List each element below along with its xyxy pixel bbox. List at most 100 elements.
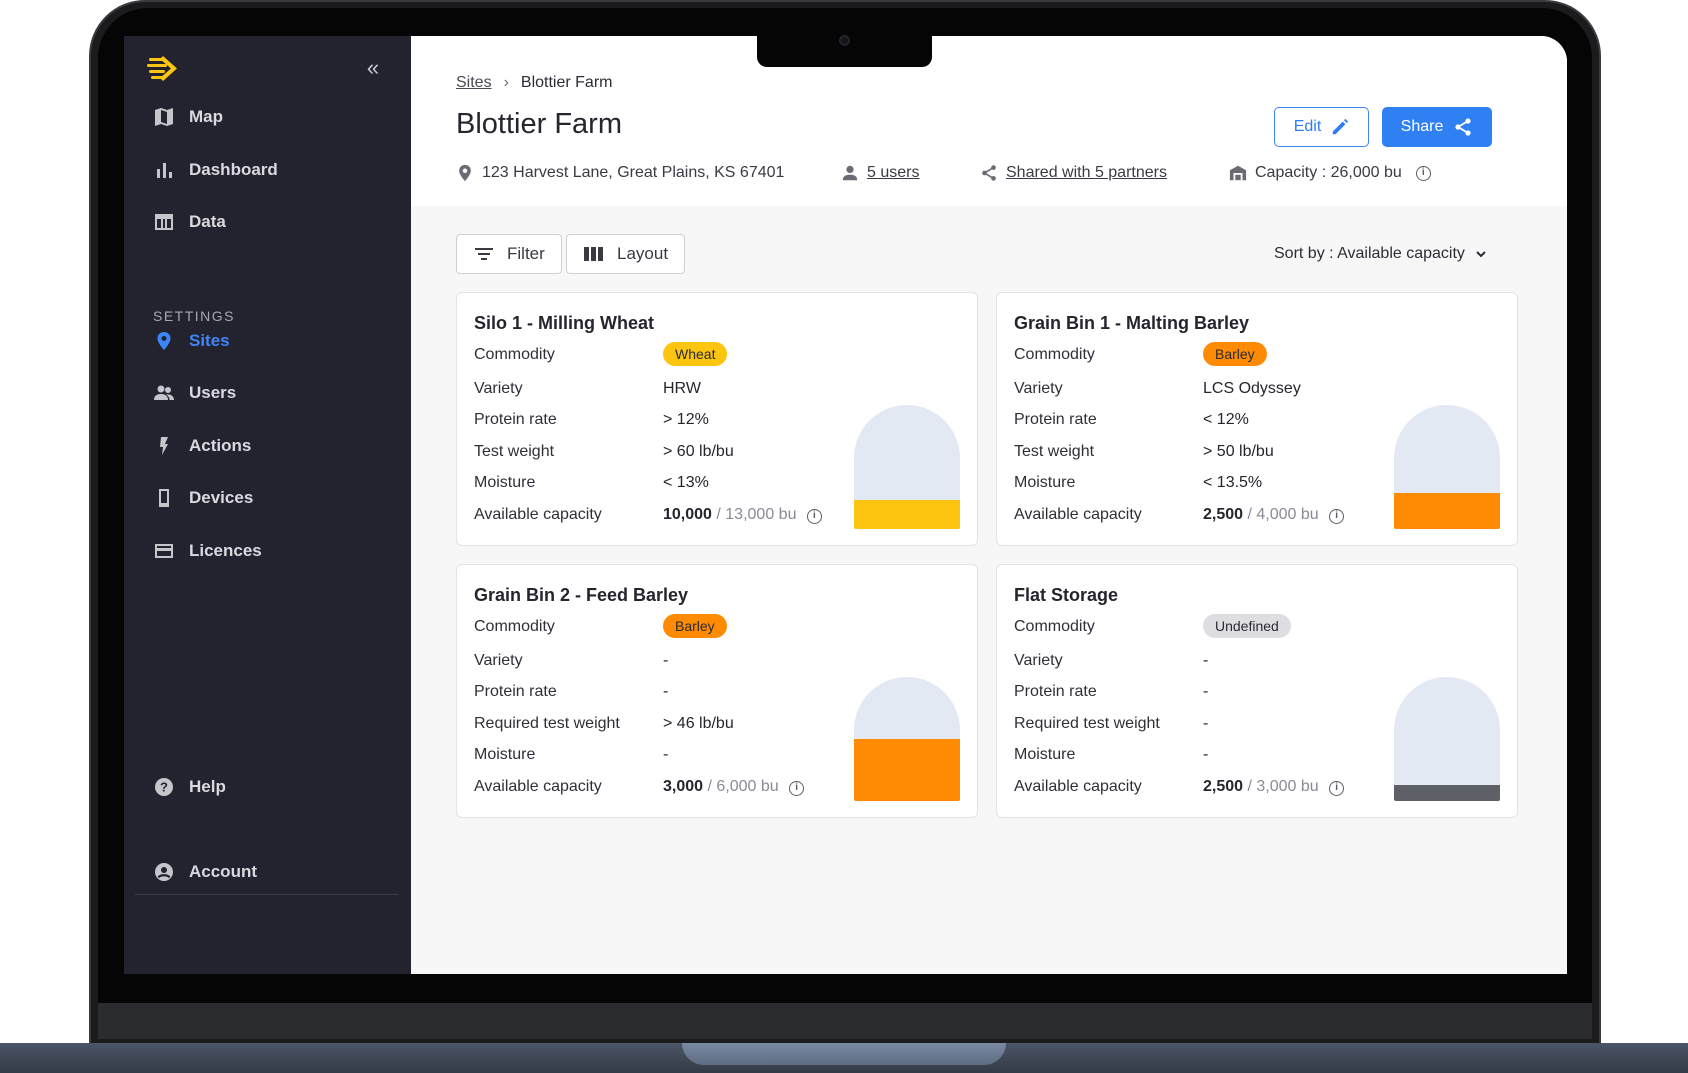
commodity-label: Commodity	[474, 346, 555, 363]
sidebar-item-licences[interactable]: Licences	[154, 534, 262, 568]
page-header: Sites › Blottier Farm Blottier Farm Edit…	[411, 36, 1567, 206]
sidebar-item-dashboard[interactable]: Dashboard	[154, 153, 278, 187]
sidebar-item-users[interactable]: Users	[154, 376, 236, 410]
chevron-down-icon	[1476, 251, 1486, 258]
laptop-chin	[98, 1003, 1592, 1039]
capacity-value: 2,500 / 3,000 bu i	[1203, 778, 1345, 796]
warehouse-icon	[1229, 165, 1247, 181]
commodity-badge: Barley	[1203, 342, 1267, 366]
info-icon[interactable]: i	[1329, 509, 1345, 524]
layout-button[interactable]: Layout	[566, 234, 686, 274]
commodity-badge-wrap: Undefined	[1203, 614, 1291, 638]
variety-label: Variety	[1014, 380, 1063, 397]
capacity-label: Available capacity	[1014, 506, 1142, 523]
laptop-hinge-notch	[682, 1043, 1006, 1065]
commodity-badge: Undefined	[1203, 614, 1291, 638]
sidebar-item-sites[interactable]: Sites	[154, 324, 230, 358]
svg-text:?: ?	[160, 780, 168, 795]
sidebar-item-account[interactable]: Account	[154, 855, 257, 889]
sidebar-item-label: Licences	[189, 541, 262, 560]
commodity-badge-wrap: Barley	[663, 614, 727, 638]
commodity-label: Commodity	[474, 618, 555, 635]
sidebar-item-actions[interactable]: Actions	[154, 429, 251, 463]
sidebar-item-data[interactable]: Data	[154, 205, 226, 239]
edit-button-label: Edit	[1293, 118, 1322, 135]
site-users[interactable]: 5 users	[841, 161, 919, 185]
sidebar-item-help[interactable]: ? Help	[154, 770, 226, 804]
card-title: Grain Bin 2 - Feed Barley	[474, 585, 689, 605]
capacity-available: 2,500	[1203, 778, 1244, 795]
storage-card[interactable]: Flat Storage Commodity Undefined Variety…	[996, 564, 1518, 818]
sidebar-item-label: Help	[189, 777, 226, 796]
info-icon[interactable]: i	[806, 509, 822, 524]
capacity-available: 10,000	[663, 506, 712, 523]
collapse-sidebar-icon[interactable]: «	[362, 54, 384, 82]
site-sharing[interactable]: Shared with 5 partners	[980, 161, 1167, 185]
test-weight-label: Test weight	[1014, 443, 1095, 460]
page-title: Blottier Farm	[456, 108, 622, 140]
commodity-badge: Wheat	[663, 342, 728, 366]
bolt-icon	[160, 437, 168, 455]
fill-level-bar	[854, 500, 960, 529]
share-icon	[982, 165, 996, 181]
protein-label: Protein rate	[474, 411, 557, 428]
location-pin-icon	[157, 332, 171, 350]
info-icon[interactable]: i	[1415, 165, 1431, 181]
capacity-label: Available capacity	[1014, 778, 1142, 795]
camera-icon	[839, 35, 850, 46]
card-title: Silo 1 - Milling Wheat	[474, 313, 654, 333]
user-icon	[842, 165, 858, 181]
info-icon[interactable]: i	[789, 781, 805, 796]
sidebar-item-label: Actions	[189, 436, 252, 455]
test-weight-value: > 60 lb/bu	[663, 443, 734, 460]
pencil-icon	[1333, 118, 1349, 135]
moisture-label: Moisture	[474, 746, 536, 763]
fill-level-bar	[854, 739, 960, 801]
sidebar-item-map[interactable]: Map	[154, 100, 223, 134]
storage-card[interactable]: Grain Bin 1 - Malting Barley Commodity B…	[996, 292, 1518, 546]
sidebar-item-label: Sites	[189, 331, 230, 350]
test-weight-value: > 50 lb/bu	[1203, 443, 1274, 460]
moisture-label: Moisture	[1014, 746, 1076, 763]
sort-label: Sort by : Available capacity	[1274, 245, 1465, 262]
capacity-label: Available capacity	[474, 506, 602, 523]
test-weight-label: Required test weight	[1014, 715, 1160, 732]
storage-card[interactable]: Grain Bin 2 - Feed Barley Commodity Barl…	[456, 564, 978, 818]
variety-label: Variety	[474, 380, 523, 397]
capacity-label: Available capacity	[474, 778, 602, 795]
account-icon	[155, 863, 173, 881]
capacity-total: / 13,000 bu	[716, 506, 797, 523]
users-link[interactable]: 5 users	[867, 164, 919, 182]
test-weight-label: Test weight	[474, 443, 555, 460]
protein-value: > 12%	[663, 411, 709, 428]
commodity-badge: Barley	[663, 614, 727, 638]
protein-value: < 12%	[1203, 411, 1249, 428]
fill-level-gauge	[1394, 405, 1500, 529]
commodity-badge-wrap: Wheat	[663, 342, 728, 366]
capacity-total: / 3,000 bu	[1247, 778, 1319, 795]
sort-dropdown[interactable]: Sort by : Available capacity	[1274, 241, 1487, 267]
protein-label: Protein rate	[474, 683, 557, 700]
commodity-badge-wrap: Barley	[1203, 342, 1267, 366]
share-button[interactable]: Share	[1382, 107, 1492, 147]
edit-button[interactable]: Edit	[1274, 107, 1369, 147]
site-address: 123 Harvest Lane, Great Plains, KS 67401	[456, 161, 784, 185]
info-icon[interactable]: i	[1329, 781, 1345, 796]
test-weight-value: -	[1203, 715, 1209, 732]
card-icon	[155, 544, 173, 558]
sidebar-item-label: Users	[189, 383, 237, 402]
storage-card[interactable]: Silo 1 - Milling Wheat Commodity Wheat V…	[456, 292, 978, 546]
shared-partners-link[interactable]: Shared with 5 partners	[1006, 164, 1167, 182]
fill-level-gauge	[854, 677, 960, 801]
site-capacity: Capacity : 26,000 bu i	[1229, 161, 1431, 185]
breadcrumb-sites-link[interactable]: Sites	[456, 74, 492, 92]
sidebar-item-label: Account	[189, 862, 257, 881]
filter-button[interactable]: Filter	[456, 234, 562, 274]
sidebar-item-label: Dashboard	[189, 160, 278, 179]
capacity-value: 2,500 / 4,000 bu i	[1203, 506, 1345, 524]
capacity-total: / 6,000 bu	[707, 778, 779, 795]
test-weight-value: > 46 lb/bu	[663, 715, 734, 732]
commodity-label: Commodity	[1014, 618, 1095, 635]
sidebar-item-devices[interactable]: Devices	[154, 481, 253, 515]
protein-label: Protein rate	[1014, 683, 1097, 700]
